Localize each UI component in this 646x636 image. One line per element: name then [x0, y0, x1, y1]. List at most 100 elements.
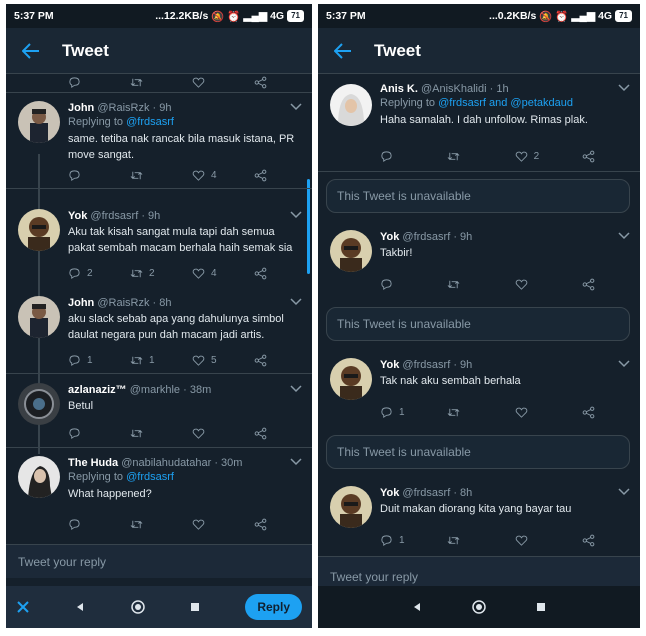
reply-button[interactable]	[68, 518, 106, 531]
avatar[interactable]	[18, 296, 60, 338]
avatar[interactable]	[330, 358, 372, 400]
nav-home-icon[interactable]	[130, 600, 145, 614]
tweet-item[interactable]: azlanaziz™ @markhle · 38m Betul	[6, 375, 312, 448]
avatar[interactable]	[330, 84, 372, 126]
share-button[interactable]	[254, 267, 292, 280]
author-name[interactable]: Yok	[68, 210, 87, 222]
back-arrow-icon[interactable]	[332, 40, 354, 62]
retweet-button[interactable]	[130, 169, 168, 182]
back-arrow-icon[interactable]	[20, 40, 42, 62]
retweet-button[interactable]	[447, 406, 485, 419]
chevron-down-icon[interactable]	[618, 84, 630, 92]
like-icon[interactable]	[192, 76, 230, 89]
avatar[interactable]	[330, 230, 372, 272]
author-name[interactable]: Yok	[380, 487, 399, 499]
author-name[interactable]: John	[68, 102, 94, 114]
chevron-down-icon[interactable]	[618, 488, 630, 496]
like-button[interactable]: 4	[192, 267, 230, 280]
reply-button[interactable]	[380, 278, 418, 291]
retweet-icon	[447, 408, 460, 417]
reply-button[interactable]	[68, 427, 106, 440]
share-button[interactable]	[254, 518, 292, 531]
share-button[interactable]	[582, 406, 620, 419]
avatar[interactable]	[330, 486, 372, 528]
reply-button[interactable]	[68, 169, 106, 182]
share-button[interactable]	[582, 278, 620, 291]
nav-back-icon[interactable]	[75, 602, 85, 612]
share-button[interactable]	[254, 354, 292, 367]
avatar[interactable]	[18, 383, 60, 425]
tweet-item[interactable]: Anis K. @AnisKhalidi · 1h Replying to @f…	[318, 74, 640, 172]
retweet-button[interactable]: 2	[130, 267, 168, 280]
tweet-item[interactable]: John @RaisRzk · 9h Replying to @frdsasrf…	[6, 92, 312, 189]
like-button[interactable]: 2	[515, 150, 553, 163]
previous-tweet-actions	[68, 76, 292, 89]
tweet-item[interactable]: Yok @frdsasrf · 8h Duit makan diorang ki…	[318, 478, 640, 556]
author-name[interactable]: Yok	[380, 359, 399, 371]
chevron-down-icon[interactable]	[618, 232, 630, 240]
reply-input[interactable]: Tweet your reply	[6, 544, 312, 578]
nav-recents-icon[interactable]	[190, 602, 200, 612]
unavailable-text: This Tweet is unavailable	[337, 317, 471, 331]
reply-icon[interactable]	[68, 76, 106, 89]
retweet-button[interactable]: 1	[130, 354, 168, 367]
retweet-button[interactable]	[447, 150, 485, 163]
avatar[interactable]	[18, 456, 60, 498]
author-name[interactable]: John	[68, 297, 94, 309]
like-button[interactable]	[192, 518, 230, 531]
nav-recents-icon[interactable]	[536, 602, 546, 612]
tweet-time: · 38m	[183, 384, 212, 396]
reply-button[interactable]	[380, 150, 418, 163]
retweet-button[interactable]	[447, 278, 485, 291]
status-time: 5:37 PM	[326, 10, 366, 22]
reply-button[interactable]: 1	[380, 534, 418, 547]
reply-button[interactable]: 1	[68, 354, 106, 367]
avatar[interactable]	[18, 209, 60, 251]
avatar[interactable]	[18, 101, 60, 143]
tweet-text: Duit makan diorang kita yang bayar tau	[380, 503, 572, 515]
chevron-down-icon[interactable]	[290, 103, 302, 111]
close-icon[interactable]	[16, 600, 30, 614]
chevron-down-icon[interactable]	[290, 458, 302, 466]
reply-button[interactable]: 1	[380, 406, 418, 419]
share-button[interactable]	[582, 150, 620, 163]
tweet-item[interactable]: Yok @frdsasrf · 9h Tak nak aku sembah be…	[318, 350, 640, 428]
chevron-down-icon[interactable]	[618, 360, 630, 368]
reply-button[interactable]: 2	[68, 267, 106, 280]
like-button[interactable]	[515, 278, 553, 291]
chevron-down-icon[interactable]	[290, 385, 302, 393]
tweet-item[interactable]: Yok @frdsasrf · 9h Aku tak kisah sangat …	[6, 201, 312, 287]
tweet-item[interactable]: John @RaisRzk · 8h aku slack sebab apa y…	[6, 288, 312, 374]
signal-icon: ▂▄▆	[571, 10, 596, 22]
retweet-button[interactable]	[447, 534, 485, 547]
nav-back-icon[interactable]	[412, 602, 422, 612]
like-button[interactable]	[192, 427, 230, 440]
like-button[interactable]	[515, 406, 553, 419]
mention-link[interactable]: @frdsasrf	[126, 471, 174, 483]
share-button[interactable]	[254, 427, 292, 440]
share-icon[interactable]	[254, 76, 292, 89]
share-button[interactable]	[582, 534, 620, 547]
tweet-time: · 8h	[152, 297, 172, 309]
author-name[interactable]: The Huda	[68, 457, 118, 469]
author-name[interactable]: azlanaziz™	[68, 384, 127, 396]
nav-home-icon[interactable]	[472, 600, 486, 614]
author-name[interactable]: Yok	[380, 231, 399, 243]
like-button[interactable]	[515, 534, 553, 547]
like-button[interactable]: 4	[192, 169, 230, 182]
share-icon	[254, 518, 267, 531]
retweet-icon[interactable]	[130, 76, 168, 89]
tweet-item[interactable]: The Huda @nabilahudatahar · 30m Replying…	[6, 448, 312, 536]
chevron-down-icon[interactable]	[290, 211, 302, 219]
reply-button[interactable]: Reply	[245, 594, 302, 620]
retweet-button[interactable]	[130, 518, 168, 531]
like-button[interactable]: 5	[192, 354, 230, 367]
tweet-item[interactable]: Yok @frdsasrf · 9h Takbir!	[318, 222, 640, 300]
retweet-icon	[130, 429, 143, 438]
mention-link[interactable]: @frdsasrf and @petakdaud	[438, 97, 573, 109]
author-name[interactable]: Anis K.	[380, 83, 418, 95]
retweet-button[interactable]	[130, 427, 168, 440]
mention-link[interactable]: @frdsasrf	[126, 116, 174, 128]
share-button[interactable]	[254, 169, 292, 182]
chevron-down-icon[interactable]	[290, 298, 302, 306]
